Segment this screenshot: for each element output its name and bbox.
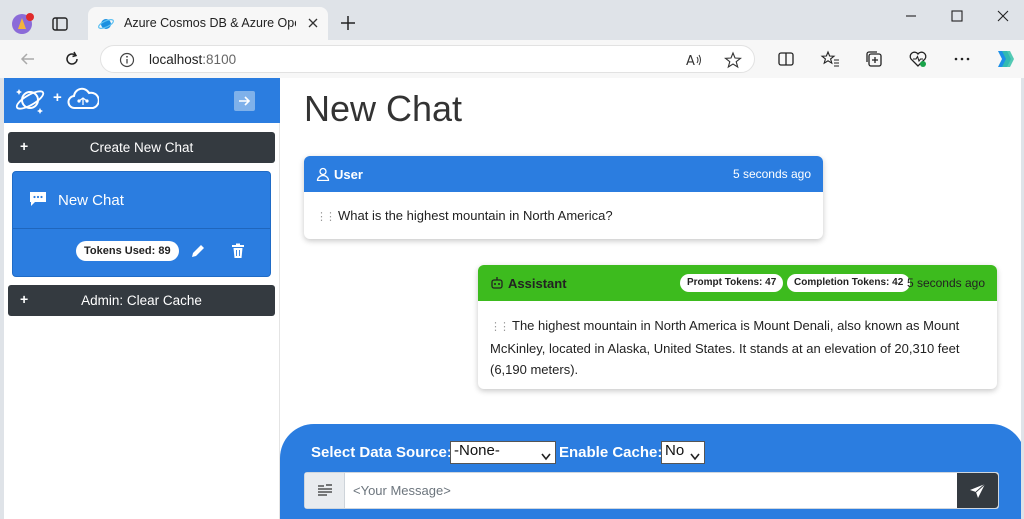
favorite-icon[interactable] [724, 51, 742, 69]
browser-tab[interactable]: Azure Cosmos DB & Azure OpenAI [88, 7, 328, 40]
chat-card-divider [13, 228, 270, 229]
create-new-chat-label: Create New Chat [89, 140, 194, 155]
trash-icon[interactable] [231, 243, 245, 259]
message-body: ⋮⋮ What is the highest mountain in North … [316, 205, 811, 228]
url-text: localhost:8100 [149, 52, 236, 67]
prompt-tokens-badge: Prompt Tokens: 47 [680, 274, 784, 292]
send-button[interactable] [957, 473, 998, 508]
refresh-icon[interactable] [62, 49, 82, 69]
url-host: localhost [149, 52, 203, 67]
clear-cache-label: Admin: Clear Cache [81, 293, 202, 308]
drag-grip-icon: ⋮⋮ [490, 321, 510, 333]
sidebar: + + Create New Chat New Chat Tokens Used… [4, 78, 280, 519]
text-icon [305, 473, 345, 508]
data-source-select[interactable]: -None- [450, 441, 556, 464]
robot-icon [490, 276, 504, 290]
back-icon[interactable] [18, 49, 38, 69]
user-message-card: User 5 seconds ago ⋮⋮ What is the highest… [304, 156, 823, 239]
message-text: What is the highest mountain in North Am… [338, 208, 613, 223]
user-message-header: User 5 seconds ago [304, 156, 823, 192]
tab-actions-icon[interactable] [50, 14, 70, 34]
read-aloud-icon[interactable]: A [685, 51, 703, 69]
cache-label: Enable Cache: [559, 444, 663, 461]
sidebar-header: + [4, 78, 280, 123]
message-timestamp: 5 seconds ago [906, 276, 985, 290]
url-field[interactable]: localhost:8100 A [100, 45, 755, 73]
message-role: User [334, 167, 363, 182]
cache-select[interactable]: No [661, 441, 705, 464]
collapse-icon[interactable] [234, 91, 255, 111]
cosmos-favicon [98, 16, 114, 32]
collections-icon[interactable] [864, 49, 884, 69]
cache-value: No [665, 442, 685, 459]
tokens-used-badge: Tokens Used: 89 [76, 241, 179, 261]
clear-cache-button[interactable]: + Admin: Clear Cache [8, 285, 275, 316]
chat-session-title: New Chat [58, 192, 124, 209]
data-source-value: -None- [454, 442, 500, 459]
page-viewport: + + Create New Chat New Chat Tokens Used… [4, 78, 1021, 519]
message-role: Assistant [508, 276, 567, 291]
message-text: The highest mountain in North America is… [490, 318, 960, 377]
chat-main: New Chat User 5 seconds ago ⋮⋮ What is th… [280, 78, 1021, 519]
composer: Select Data Source: -None- Enable Cache:… [280, 424, 1021, 519]
create-new-chat-button[interactable]: + Create New Chat [8, 132, 275, 163]
copilot-icon[interactable] [992, 47, 1016, 71]
openai-cloud-icon [67, 86, 100, 114]
edge-profile-icon[interactable] [10, 11, 36, 37]
message-body: ⋮⋮ The highest mountain in North America … [490, 315, 985, 380]
more-icon[interactable] [952, 49, 972, 69]
svg-text:A: A [686, 54, 695, 69]
maximize-icon[interactable] [945, 8, 969, 24]
chat-bubble-icon [29, 191, 47, 207]
window-close-icon[interactable] [991, 8, 1015, 24]
cosmos-logo-icon [14, 84, 46, 116]
logo-plus: + [53, 89, 62, 106]
browser-tab-bar: Azure Cosmos DB & Azure OpenAI [0, 0, 1024, 40]
assistant-message-header: Assistant Prompt Tokens: 47 Completion T… [478, 265, 997, 301]
chevron-down-icon [541, 448, 551, 461]
user-icon [316, 167, 330, 182]
plus-icon [341, 16, 355, 30]
close-icon[interactable] [306, 16, 320, 30]
browser-essentials-icon[interactable] [908, 49, 928, 69]
chat-session-item[interactable]: New Chat Tokens Used: 89 [12, 171, 271, 277]
message-input-group: <Your Message> [304, 472, 999, 509]
split-screen-icon[interactable] [776, 49, 796, 69]
pencil-icon[interactable] [190, 243, 206, 259]
message-timestamp: 5 seconds ago [732, 167, 811, 181]
url-port: :8100 [202, 52, 237, 67]
drag-grip-icon: ⋮⋮ [316, 211, 336, 223]
address-bar: localhost:8100 A [0, 40, 1024, 78]
new-tab-button[interactable] [338, 13, 358, 33]
data-source-label: Select Data Source: [311, 444, 452, 461]
chevron-down-icon [690, 448, 700, 461]
page-title: New Chat [304, 88, 463, 129]
info-icon[interactable] [119, 52, 135, 68]
completion-tokens-badge: Completion Tokens: 42 [787, 274, 911, 292]
tab-title: Azure Cosmos DB & Azure OpenAI [124, 16, 296, 30]
favorites-icon[interactable] [820, 49, 840, 69]
send-icon [970, 483, 986, 498]
message-input[interactable]: <Your Message> [353, 483, 451, 498]
assistant-message-card: Assistant Prompt Tokens: 47 Completion T… [478, 265, 997, 389]
minimize-icon[interactable] [899, 8, 923, 24]
